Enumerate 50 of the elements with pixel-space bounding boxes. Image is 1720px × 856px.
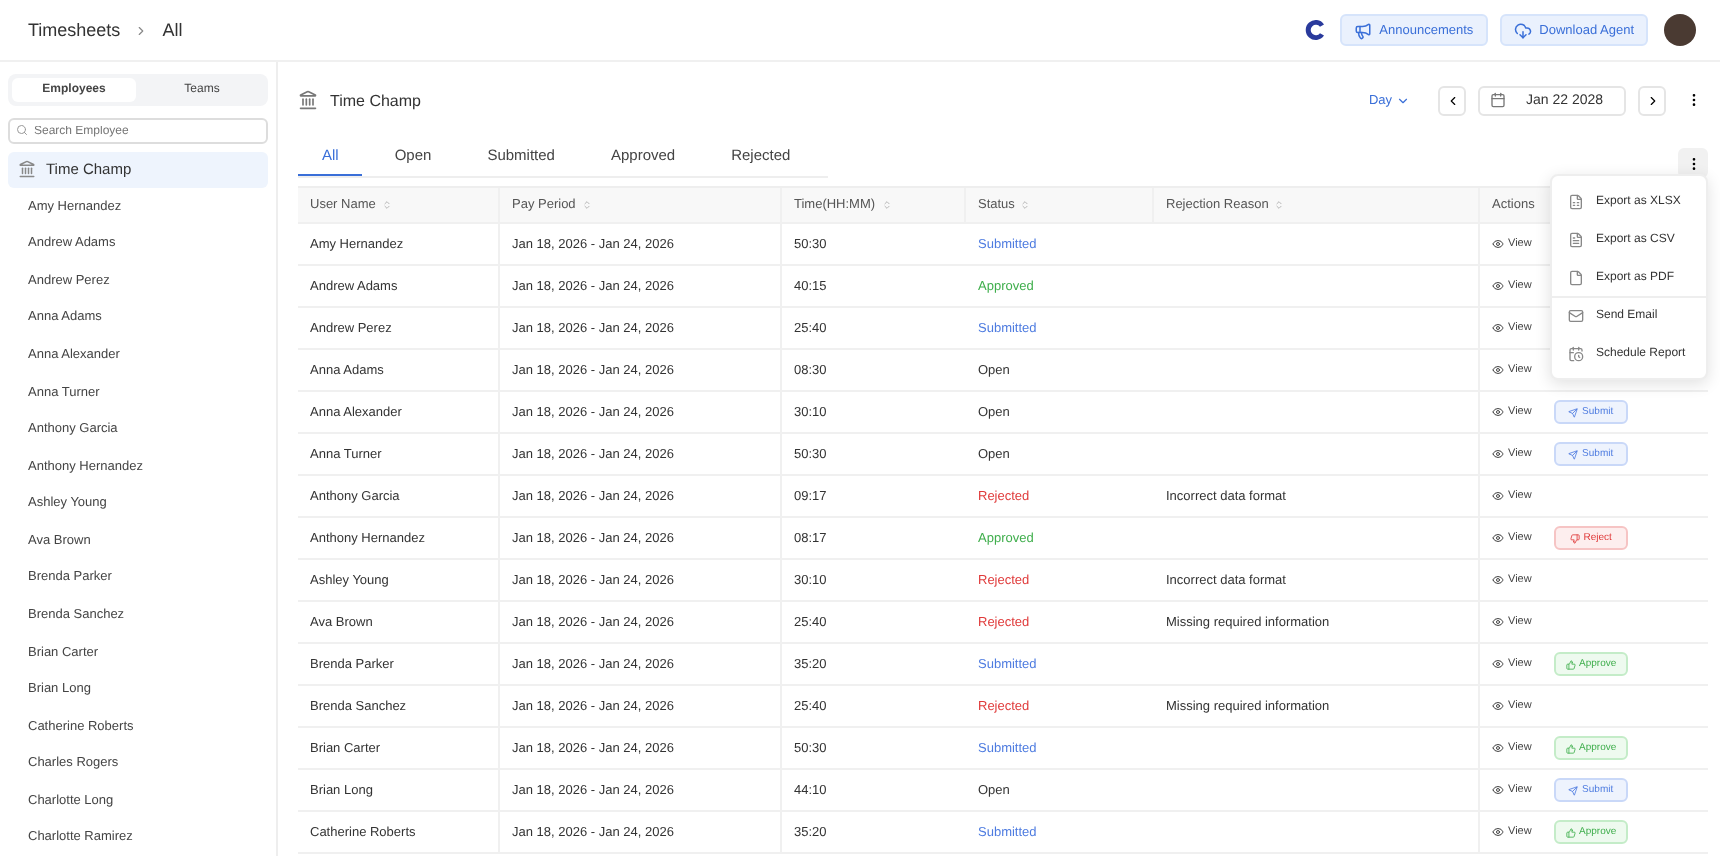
breadcrumb-link[interactable]: Timesheets — [28, 20, 121, 40]
bank-icon — [298, 90, 318, 110]
thumbs-up-icon — [1565, 743, 1576, 753]
file-icon — [1568, 269, 1584, 285]
chevron-left-icon — [1445, 93, 1459, 107]
bank-icon — [18, 160, 36, 179]
eye-icon — [1492, 322, 1504, 334]
eye-icon — [1492, 700, 1504, 712]
eye-icon — [1492, 742, 1504, 754]
megaphone-icon — [1353, 21, 1372, 39]
logo-icon — [1303, 18, 1328, 42]
avatar[interactable] — [1664, 14, 1696, 46]
sort-icon[interactable] — [1274, 200, 1285, 210]
thumbs-up-icon — [1565, 827, 1576, 837]
thumbs-up-icon — [1565, 659, 1576, 669]
eye-icon — [1492, 826, 1504, 838]
mail-icon — [1568, 308, 1584, 324]
breadcrumb-current: All — [162, 20, 183, 40]
chevron-right-icon — [1645, 93, 1659, 107]
previous-button[interactable] — [1438, 85, 1466, 115]
spreadsheet-icon — [1568, 193, 1584, 209]
more-button[interactable] — [1678, 148, 1708, 178]
eye-icon — [1492, 364, 1504, 376]
calendar-icon — [1568, 345, 1584, 361]
eye-icon — [1492, 574, 1504, 586]
search-icon — [16, 124, 28, 136]
eye-icon — [1492, 490, 1504, 502]
cloud-download-icon — [1513, 21, 1532, 39]
sort-icon[interactable] — [1020, 200, 1031, 210]
sort-icon[interactable] — [581, 200, 592, 210]
chevron-down-icon — [1396, 93, 1410, 107]
page-title: Time Champ — [330, 91, 421, 109]
send-icon — [1568, 785, 1579, 795]
eye-icon — [1492, 406, 1504, 418]
next-button[interactable] — [1638, 85, 1666, 115]
chevron-icon — [134, 23, 149, 37]
eye-icon — [1492, 616, 1504, 628]
eye-icon — [1492, 532, 1504, 544]
eye-icon — [1492, 280, 1504, 292]
send-icon — [1568, 407, 1579, 417]
eye-icon — [1492, 448, 1504, 460]
document-icon — [1568, 231, 1584, 247]
eye-icon — [1492, 238, 1504, 250]
sort-icon[interactable] — [381, 200, 392, 210]
send-icon — [1568, 449, 1579, 459]
sort-icon[interactable] — [881, 200, 892, 210]
eye-icon — [1492, 658, 1504, 670]
eye-icon — [1492, 784, 1504, 796]
calendar-icon — [1490, 92, 1506, 108]
thumbs-down-icon — [1569, 533, 1580, 543]
